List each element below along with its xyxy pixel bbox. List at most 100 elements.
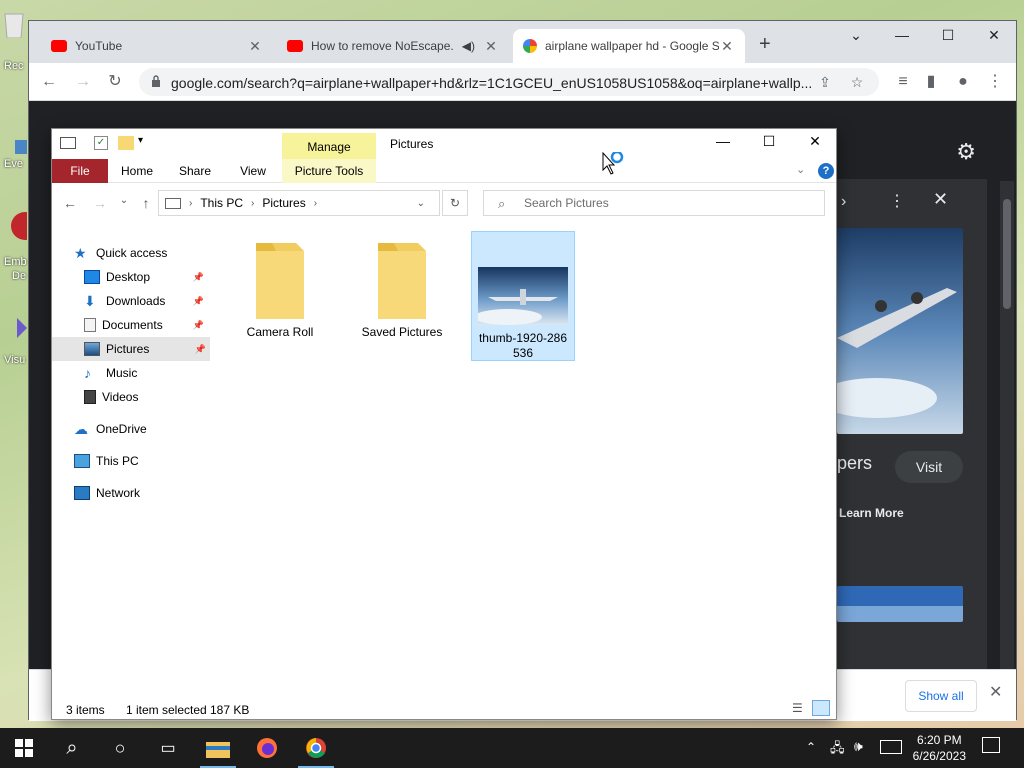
manage-tab[interactable]: Manage [282, 133, 376, 159]
pin-icon[interactable]: 📌 [193, 296, 204, 307]
nav-item-desktop[interactable]: Desktop 📌 [84, 265, 208, 289]
nav-item-network[interactable]: Network [74, 481, 230, 505]
pin-icon[interactable]: 📌 [195, 344, 206, 355]
nav-item-onedrive[interactable]: ☁ OneDrive [74, 417, 230, 441]
bookmark-star-icon[interactable]: ☆ [847, 72, 867, 92]
details-view-icon[interactable]: ☰ [792, 701, 803, 715]
nav-item-videos[interactable]: Videos [84, 385, 208, 409]
desktop-icon-app[interactable]: Visu [0, 314, 28, 366]
nav-item-downloads[interactable]: ⬇ Downloads 📌 [84, 289, 208, 313]
breadcrumb-this-pc[interactable]: This PC [200, 196, 243, 210]
search-icon[interactable]: ⌕ [48, 728, 96, 768]
window-menu-icon[interactable] [60, 137, 76, 149]
desktop-icon-recycle-bin[interactable]: Rec [0, 8, 28, 72]
expand-ribbon-icon[interactable]: ⌄ [796, 163, 805, 176]
breadcrumb[interactable]: › This PC › Pictures › ⌄ [158, 190, 440, 216]
back-button[interactable]: ← [37, 71, 61, 93]
customize-quick-access-icon[interactable]: ▾ [138, 135, 143, 146]
desktop-icon-app[interactable]: Emb De [0, 208, 39, 282]
scrollbar-thumb[interactable] [1003, 199, 1011, 309]
keyboard-icon[interactable] [880, 740, 902, 754]
close-icon[interactable]: ✕ [719, 38, 735, 55]
show-all-button[interactable]: Show all [905, 680, 977, 712]
visit-button[interactable]: Visit [895, 451, 963, 483]
tab-google-search[interactable]: airplane wallpaper hd - Google S ✕ [513, 29, 745, 63]
folder-tile[interactable]: Saved Pictures [350, 231, 454, 361]
media-control-icon[interactable]: ≡ [891, 71, 915, 93]
forward-button[interactable]: → [71, 71, 95, 93]
speaker-icon[interactable]: ◀) [462, 39, 475, 53]
minimize-button[interactable]: — [700, 133, 746, 155]
explorer-address-bar: ← → ⌄ ↑ › This PC › Pictures › ⌄ ↻ ⌕ Sea… [52, 187, 836, 219]
notification-center-icon[interactable] [982, 737, 1000, 753]
volume-icon[interactable]: 🕪 [854, 738, 863, 755]
share-icon[interactable]: ⇪ [815, 72, 835, 92]
firefox-icon[interactable] [243, 728, 291, 768]
tab-noescape[interactable]: How to remove NoEscape.ex ◀) ✕ [277, 29, 509, 63]
nav-label: Documents [102, 318, 163, 332]
preview-image[interactable] [837, 228, 963, 434]
breadcrumb-pictures[interactable]: Pictures [262, 196, 305, 210]
properties-icon[interactable]: ✓ [94, 136, 108, 150]
nav-label: OneDrive [96, 422, 147, 436]
nav-item-music[interactable]: ♪ Music [84, 361, 208, 385]
side-panel-icon[interactable]: ▮ [919, 71, 943, 93]
close-button[interactable]: ✕ [792, 133, 838, 155]
large-icons-view-icon[interactable] [812, 700, 830, 716]
menu-icon[interactable]: ⋮ [983, 71, 1007, 93]
cortana-icon[interactable]: ○ [96, 728, 144, 768]
lock-icon [152, 75, 160, 87]
tab-share[interactable]: Share [172, 159, 218, 183]
folder-tile[interactable]: Camera Roll [228, 231, 332, 361]
related-image[interactable] [837, 586, 963, 622]
forward-icon[interactable]: → [90, 195, 110, 211]
page-scrollbar[interactable] [1000, 181, 1014, 721]
close-icon[interactable]: ✕ [483, 38, 499, 55]
profile-icon[interactable]: ● [951, 71, 975, 93]
nav-item-pictures[interactable]: Pictures 📌 [52, 337, 210, 361]
up-icon[interactable]: ↑ [136, 195, 156, 211]
pin-icon[interactable]: 📌 [193, 272, 204, 283]
chrome-taskbar-icon[interactable] [292, 728, 340, 768]
tab-file[interactable]: File [52, 159, 108, 183]
settings-gear-icon[interactable]: ⚙ [956, 139, 976, 165]
search-input[interactable]: ⌕ Search Pictures [483, 190, 825, 216]
selection-count: 1 item selected [126, 703, 207, 717]
new-tab-button[interactable]: + [759, 33, 771, 56]
help-icon[interactable]: ? [818, 163, 834, 179]
refresh-button[interactable]: ↻ [442, 190, 468, 216]
close-icon[interactable]: ✕ [247, 38, 263, 55]
desktop-icon-app[interactable]: Eve [0, 138, 28, 170]
tab-youtube[interactable]: YouTube ✕ [41, 29, 273, 63]
close-icon[interactable]: ✕ [989, 682, 1002, 702]
nav-item-this-pc[interactable]: This PC [74, 449, 230, 473]
start-button[interactable] [0, 728, 48, 768]
show-hidden-icons-icon[interactable]: ⌃ [806, 740, 816, 754]
file-explorer-taskbar-icon[interactable] [194, 728, 242, 768]
address-bar[interactable]: google.com/search?q=airplane+wallpaper+h… [139, 68, 879, 96]
image-file-tile[interactable]: thumb-1920-286 536 [471, 231, 575, 361]
tab-search-icon[interactable]: ⌄ [841, 27, 871, 44]
clock[interactable]: 6:20 PM 6/26/2023 [913, 732, 966, 764]
tab-picture-tools[interactable]: Picture Tools [282, 159, 376, 183]
recent-locations-icon[interactable]: ⌄ [114, 195, 134, 206]
network-tray-icon[interactable]: 🖧 [830, 739, 845, 761]
close-preview-icon[interactable]: ✕ [933, 189, 948, 210]
back-icon[interactable]: ← [60, 195, 80, 211]
close-button[interactable]: ✕ [979, 27, 1009, 44]
nav-item-documents[interactable]: Documents 📌 [84, 313, 208, 337]
reload-button[interactable]: ↻ [103, 71, 127, 93]
maximize-button[interactable]: ☐ [933, 27, 963, 44]
task-view-icon[interactable]: ▭ [144, 728, 192, 768]
chevron-down-icon[interactable]: ⌄ [417, 198, 425, 209]
nav-item-quick-access[interactable]: ★ Quick access [74, 241, 230, 265]
next-arrow-icon[interactable]: › [841, 193, 846, 211]
maximize-button[interactable]: ☐ [746, 133, 792, 155]
more-options-icon[interactable]: ⋮ [889, 191, 905, 211]
minimize-button[interactable]: — [887, 27, 917, 43]
pin-icon[interactable]: 📌 [193, 320, 204, 331]
new-folder-icon[interactable] [118, 136, 134, 150]
tab-view[interactable]: View [230, 159, 276, 183]
tab-home[interactable]: Home [114, 159, 160, 183]
learn-more-link[interactable]: Learn More [839, 506, 904, 520]
